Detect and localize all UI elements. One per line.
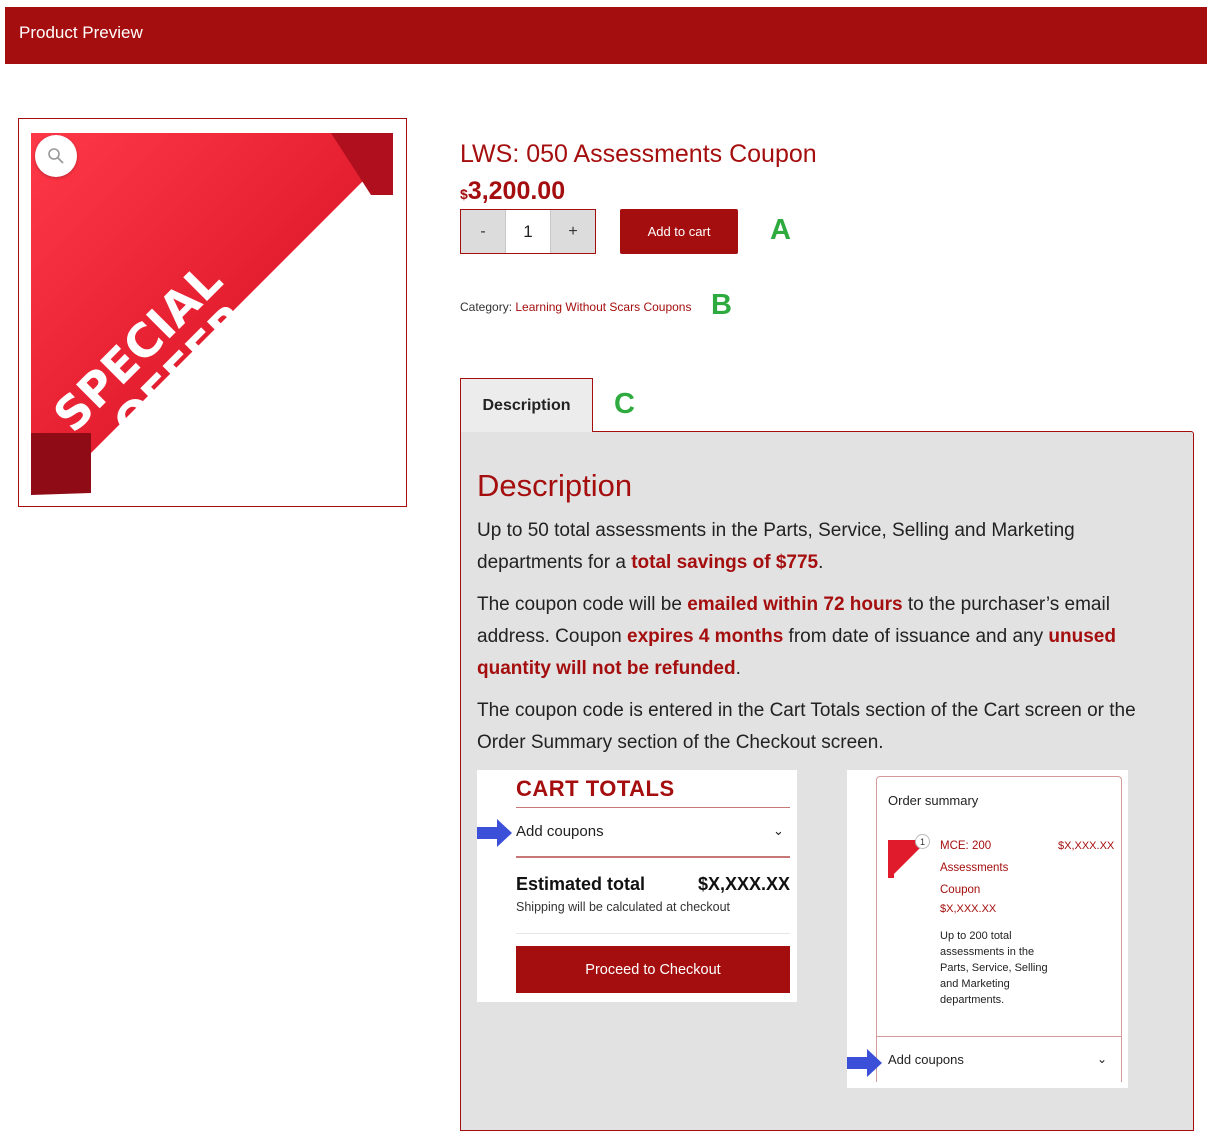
description-heading: Description — [477, 468, 633, 503]
description-paragraph-1: Up to 50 total assessments in the Parts,… — [477, 520, 1075, 573]
order-summary-title: Order summary — [888, 793, 979, 808]
tab-description[interactable]: Description — [460, 378, 593, 432]
divider — [876, 1036, 1122, 1037]
zoom-button[interactable] — [35, 135, 77, 177]
product-category: Category: Learning Without Scars Coupons — [460, 300, 691, 314]
cart-totals-screenshot: CART TOTALS Add coupons ⌄ Estimated tota… — [477, 770, 797, 1002]
item-price: $X,XXX.XX — [940, 903, 997, 915]
order-add-coupons: Add coupons — [888, 1052, 964, 1067]
search-icon — [48, 148, 64, 164]
quantity-badge: 1 — [915, 834, 930, 849]
arrow-right-icon — [477, 819, 512, 847]
divider — [516, 933, 790, 934]
price-currency: $ — [460, 186, 468, 202]
quantity-plus-button[interactable]: + — [550, 210, 595, 253]
row-price: $X,XXX.XX — [1058, 840, 1115, 852]
quantity-input[interactable]: 1 — [506, 210, 550, 253]
item-name: MCE: 200 Assessments Coupon — [940, 840, 1009, 896]
proceed-to-checkout-button: Proceed to Checkout — [516, 946, 790, 993]
divider — [516, 807, 790, 808]
annotation-b: B — [711, 289, 732, 321]
product-image[interactable]: SPECIAL OFFER — [18, 118, 407, 507]
description-paragraph-3: The coupon code is entered in the Cart T… — [477, 700, 1136, 753]
item-description: Up to 200 total assessments in the Parts… — [940, 930, 1048, 1006]
shipping-note: Shipping will be calculated at checkout — [516, 900, 731, 914]
arrow-right-icon — [847, 1049, 882, 1077]
category-link[interactable]: Learning Without Scars Coupons — [515, 300, 691, 314]
estimated-total-label: Estimated total — [516, 874, 646, 894]
price-amount: 3,200.00 — [467, 177, 566, 205]
chevron-down-icon: ⌄ — [1097, 1052, 1108, 1066]
quantity-minus-button[interactable]: - — [461, 210, 506, 253]
top-bar: Product Preview — [5, 7, 1207, 64]
cart-add-coupons: Add coupons — [516, 823, 604, 840]
chevron-down-icon: ⌄ — [773, 823, 784, 838]
estimated-total-value: $X,XXX.XX — [698, 874, 791, 894]
order-summary-screenshot: Order summary 1 MCE: 200 Assessments Cou… — [847, 770, 1128, 1088]
description-paragraph-2: The coupon code will be emailed within 7… — [477, 594, 1116, 679]
annotation-c: C — [614, 388, 635, 420]
quantity-stepper: - 1 + — [460, 209, 596, 254]
product-title: LWS: 050 Assessments Coupon — [460, 140, 817, 168]
cart-totals-title: CART TOTALS — [516, 776, 675, 801]
divider — [516, 856, 790, 858]
annotation-a: A — [770, 214, 791, 246]
category-label: Category: — [460, 300, 513, 314]
add-to-cart-button[interactable]: Add to cart — [620, 209, 738, 254]
special-offer-banner: SPECIAL OFFER — [31, 133, 393, 495]
product-price: $3,200.00 — [460, 177, 565, 206]
page-title: Product Preview — [19, 23, 143, 42]
